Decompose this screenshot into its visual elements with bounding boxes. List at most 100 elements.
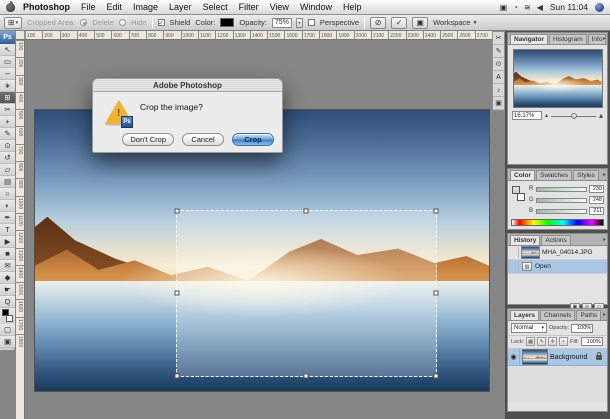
layer-visibility-eye-icon[interactable]: ◉ bbox=[508, 349, 520, 366]
panel-tab[interactable]: Navigator bbox=[510, 34, 548, 44]
history-snapshot-row[interactable]: MHA_04014.JPG bbox=[508, 246, 607, 260]
navigator-preview[interactable] bbox=[514, 50, 602, 107]
tool-button[interactable]: Q bbox=[0, 296, 15, 308]
strip-icon[interactable]: ♪ bbox=[493, 84, 504, 97]
strip-icon[interactable]: ⊙ bbox=[493, 58, 504, 71]
dialog-button[interactable]: Cancel bbox=[182, 133, 224, 146]
vertical-ruler[interactable]: 1002003004005006007008009001000110012001… bbox=[16, 40, 25, 419]
lock-button[interactable]: ✛ bbox=[548, 337, 557, 346]
channel-slider[interactable] bbox=[536, 198, 587, 203]
menu-item[interactable]: File bbox=[81, 2, 96, 12]
hide-radio[interactable] bbox=[119, 19, 126, 26]
history-source-well[interactable] bbox=[510, 247, 519, 258]
zoom-in-icon[interactable]: ▴ bbox=[599, 111, 603, 120]
color-spectrum-ramp[interactable] bbox=[511, 219, 604, 226]
workspace-dropdown[interactable]: Workspace ▼ bbox=[433, 18, 477, 27]
background-color-swatch[interactable] bbox=[6, 315, 13, 322]
panel-tab[interactable]: Color bbox=[510, 170, 535, 180]
strip-icon[interactable]: A bbox=[493, 71, 504, 84]
screen-mode-button[interactable]: ▣ bbox=[0, 336, 15, 348]
strip-icon[interactable]: ✎ bbox=[493, 45, 504, 58]
photoshop-logo[interactable]: Ps bbox=[0, 31, 15, 44]
menu-item[interactable]: View bbox=[270, 2, 289, 12]
user-menu-icon[interactable] bbox=[595, 3, 604, 12]
shield-color-swatch[interactable] bbox=[220, 18, 234, 27]
panel-tab[interactable]: Paths bbox=[576, 310, 601, 320]
menu-item[interactable]: Select bbox=[203, 2, 228, 12]
dialog-button[interactable]: Crop bbox=[232, 133, 274, 146]
lock-button[interactable]: ▪ bbox=[559, 337, 568, 346]
foreground-background-swatches[interactable] bbox=[0, 308, 15, 324]
panel-tab[interactable]: Channels bbox=[540, 310, 575, 320]
status-icon[interactable]: ▣ bbox=[500, 3, 508, 12]
crop-handle-e[interactable] bbox=[433, 291, 438, 296]
menu-item[interactable]: Edit bbox=[107, 2, 123, 12]
tool-button[interactable]: ⊞ bbox=[0, 92, 15, 104]
tool-button[interactable]: ○ bbox=[0, 188, 15, 200]
channel-value-field[interactable]: 248 bbox=[589, 196, 604, 204]
menu-item[interactable]: Window bbox=[300, 2, 332, 12]
perspective-checkbox[interactable] bbox=[308, 19, 315, 26]
tool-button[interactable]: ▱ bbox=[0, 164, 15, 176]
status-icon[interactable]: ◀ bbox=[537, 3, 543, 12]
color-swatch-pair[interactable] bbox=[511, 184, 526, 210]
tool-button[interactable]: ▤ bbox=[0, 176, 15, 188]
background-layer-row[interactable]: ◉ Background bbox=[508, 349, 607, 366]
apple-icon[interactable] bbox=[6, 3, 15, 12]
crop-tool-preset[interactable]: ⊞▾ bbox=[4, 17, 22, 29]
panel-menu-icon[interactable]: ▸ bbox=[603, 35, 606, 42]
strip-icon[interactable]: ▣ bbox=[493, 97, 504, 110]
panel-menu-icon[interactable]: ▸ bbox=[603, 171, 606, 178]
tool-button[interactable]: ⊙ bbox=[0, 140, 15, 152]
tool-button[interactable]: ☛ bbox=[0, 284, 15, 296]
panel-tab[interactable]: History bbox=[510, 235, 540, 245]
foreground-swatch[interactable] bbox=[512, 186, 520, 194]
crop-handle-s[interactable] bbox=[304, 373, 309, 378]
dialog-button[interactable]: Don't Crop bbox=[122, 133, 174, 146]
panel-tab[interactable]: Swatches bbox=[536, 170, 572, 180]
commit-crop-button[interactable]: ✓ bbox=[391, 17, 407, 29]
channel-value-field[interactable]: 211 bbox=[589, 207, 604, 215]
cancel-crop-button[interactable]: ⊘ bbox=[370, 17, 386, 29]
panel-tab[interactable]: Styles bbox=[573, 170, 599, 180]
tool-button[interactable]: ✒ bbox=[0, 212, 15, 224]
blend-mode-dropdown[interactable]: Normal▾ bbox=[511, 323, 547, 333]
crop-center-pivot[interactable] bbox=[302, 289, 311, 298]
menu-item[interactable]: Layer bbox=[169, 2, 192, 12]
file-browser-button[interactable]: ▣ bbox=[412, 17, 428, 29]
menu-item[interactable]: Photoshop bbox=[23, 2, 70, 12]
tool-button[interactable]: + bbox=[0, 116, 15, 128]
tool-button[interactable]: ✉ bbox=[0, 260, 15, 272]
background-swatch[interactable] bbox=[517, 193, 525, 201]
tool-button[interactable]: ✂ bbox=[0, 104, 15, 116]
tool-button[interactable]: ↺ bbox=[0, 152, 15, 164]
navigator-zoom-field[interactable]: 16.17% bbox=[512, 111, 542, 120]
tool-button[interactable]: ↖ bbox=[0, 44, 15, 56]
tool-button[interactable]: ∗ bbox=[0, 80, 15, 92]
navigator-zoom-slider[interactable] bbox=[551, 112, 596, 120]
menu-item[interactable]: Image bbox=[133, 2, 158, 12]
opacity-stepper[interactable]: ▾ bbox=[296, 18, 303, 28]
screen-mode-button[interactable]: ▢ bbox=[0, 324, 15, 336]
crop-handle-nw[interactable] bbox=[174, 208, 179, 213]
crop-handle-sw[interactable] bbox=[174, 373, 179, 378]
crop-selection[interactable] bbox=[176, 210, 437, 377]
channel-value-field[interactable]: 230 bbox=[589, 185, 604, 193]
status-icon[interactable]: ◔ bbox=[513, 3, 518, 12]
crop-handle-se[interactable] bbox=[433, 373, 438, 378]
layer-fill-field[interactable]: 100% bbox=[581, 337, 603, 346]
lock-button[interactable]: ▦ bbox=[526, 337, 535, 346]
panel-tab[interactable]: Actions bbox=[541, 235, 570, 245]
history-step-row[interactable]: ▨ Open bbox=[508, 260, 607, 274]
slider-knob[interactable] bbox=[571, 113, 577, 119]
crop-handle-n[interactable] bbox=[304, 208, 309, 213]
lock-button[interactable]: ✎ bbox=[537, 337, 546, 346]
tool-button[interactable]: ∽ bbox=[0, 68, 15, 80]
menu-clock[interactable]: Sun 11:04 bbox=[550, 2, 588, 12]
panel-menu-icon[interactable]: ▸ bbox=[603, 311, 606, 318]
strip-icon[interactable]: ✂ bbox=[493, 32, 504, 45]
delete-radio[interactable] bbox=[80, 19, 87, 26]
tool-button[interactable]: ▭ bbox=[0, 56, 15, 68]
menu-item[interactable]: Help bbox=[343, 2, 362, 12]
opacity-field[interactable]: 75% bbox=[272, 18, 292, 28]
